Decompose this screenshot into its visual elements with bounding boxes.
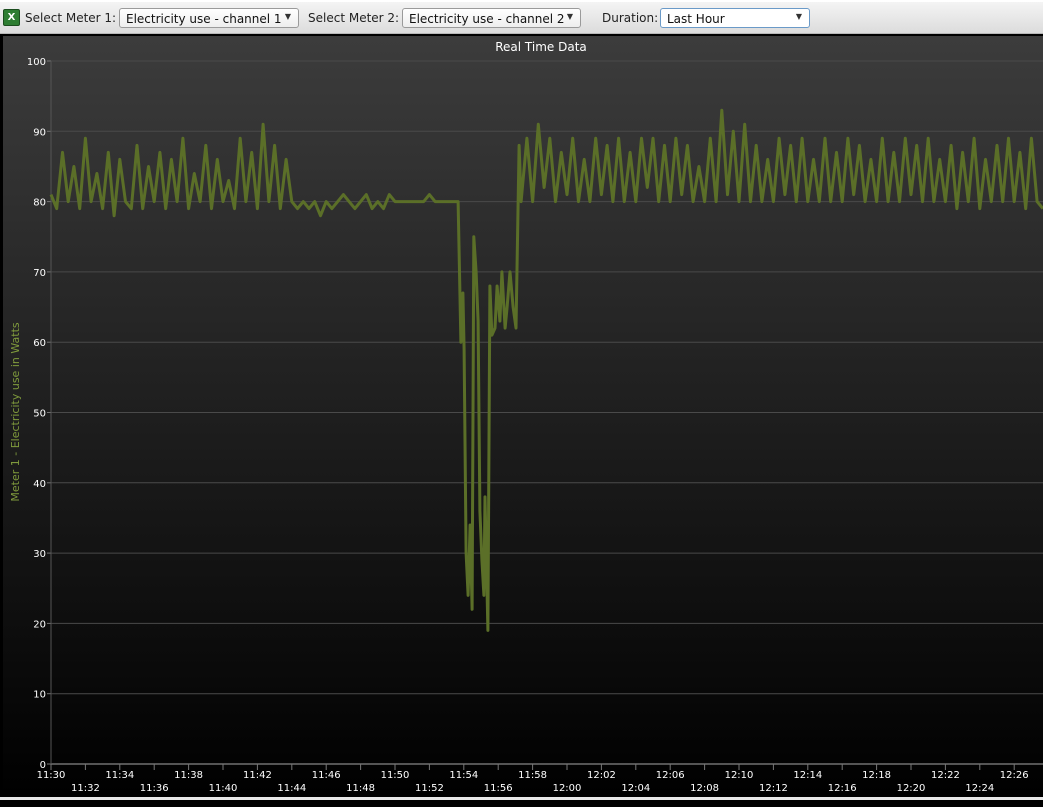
y-tick-label: 100 (27, 57, 46, 68)
y-tick-label: 20 (33, 619, 46, 630)
x-tick-label: 11:48 (346, 783, 375, 794)
x-tick-label: 12:24 (965, 783, 994, 794)
x-tick-label: 11:44 (277, 783, 306, 794)
x-tick-label: 11:58 (518, 770, 547, 781)
x-tick-label: 11:52 (415, 783, 444, 794)
x-tick-label: 12:14 (793, 770, 822, 781)
series-line (49, 108, 1043, 632)
y-tick-label: 50 (33, 409, 46, 420)
x-tick-label: 12:18 (862, 770, 891, 781)
y-tick-label: 60 (33, 338, 46, 349)
x-tick-label: 11:36 (140, 783, 169, 794)
x-tick-label: 12:06 (656, 770, 685, 781)
x-tick-label: 12:26 (1000, 770, 1029, 781)
x-tick-label: 11:30 (37, 770, 66, 781)
y-tick-label: 70 (33, 268, 46, 279)
x-tick-label: 11:40 (209, 783, 238, 794)
y-tick-label: 40 (33, 479, 46, 490)
x-tick-label: 12:10 (725, 770, 754, 781)
y-tick-label: 10 (33, 690, 46, 701)
x-tick-label: 11:32 (71, 783, 100, 794)
x-tick-label: 12:00 (553, 783, 582, 794)
y-tick-label: 90 (33, 127, 46, 138)
x-tick-label: 11:42 (243, 770, 272, 781)
line-chart: Real Time Data Meter 1 - Electricity use… (9, 40, 1043, 794)
x-tick-label: 12:20 (897, 783, 926, 794)
x-tick-label: 12:08 (690, 783, 719, 794)
x-tick-label: 12:04 (621, 783, 650, 794)
x-tick-label: 11:56 (484, 783, 513, 794)
x-tick-label: 11:54 (449, 770, 478, 781)
x-tick-label: 11:50 (381, 770, 410, 781)
x-tick-label: 12:02 (587, 770, 616, 781)
x-tick-label: 12:12 (759, 783, 788, 794)
x-tick-label: 11:34 (105, 770, 134, 781)
y-axis-label: Meter 1 - Electricity use in Watts (9, 322, 22, 501)
chart-title: Real Time Data (495, 40, 587, 54)
x-tick-label: 12:22 (931, 770, 960, 781)
y-tick-label: 30 (33, 549, 46, 560)
y-tick-label: 80 (33, 198, 46, 209)
x-tick-label: 11:38 (174, 770, 203, 781)
x-tick-label: 11:46 (312, 770, 341, 781)
x-tick-label: 12:16 (828, 783, 857, 794)
